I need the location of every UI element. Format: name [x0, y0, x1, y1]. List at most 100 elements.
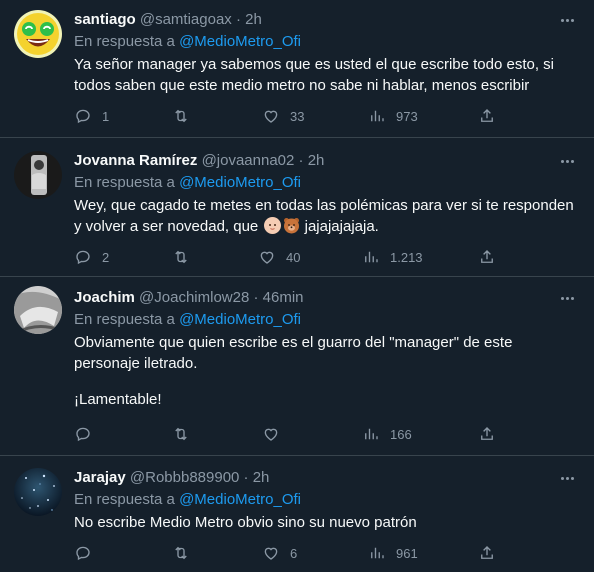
separator-dot: ·	[243, 469, 249, 486]
reply-to-link[interactable]: @MedioMetro_Ofi	[179, 174, 301, 191]
reply-button[interactable]: 1	[74, 106, 109, 126]
reply-icon	[76, 427, 90, 442]
more-options-icon[interactable]	[556, 10, 578, 30]
tweet-text: Wey, que cagado te metes en todas las po…	[74, 195, 574, 237]
display-name[interactable]: Jovanna Ramírez	[74, 152, 197, 169]
views-chart-icon	[371, 110, 384, 122]
views-count: 961	[396, 545, 418, 561]
timestamp[interactable]: 2h	[245, 11, 262, 28]
tweet-actions: 2 40 1.213	[74, 247, 514, 267]
tweet-actions: 6 961	[74, 543, 514, 563]
display-name[interactable]: Jarajay	[74, 469, 126, 486]
reply-context: En respuesta a @MedioMetro_Ofi	[74, 173, 301, 193]
share-icon	[481, 427, 493, 440]
like-button[interactable]	[262, 424, 290, 444]
reply-button[interactable]: 2	[74, 247, 109, 267]
views-button[interactable]: 166	[362, 424, 412, 444]
bear-face-emoji-icon	[283, 217, 300, 234]
share-icon	[481, 546, 493, 559]
user-handle[interactable]: @Robbb889900	[130, 469, 239, 486]
reply-prefix: En respuesta a	[74, 311, 175, 328]
share-button[interactable]	[478, 106, 496, 126]
reply-icon	[76, 546, 90, 561]
profile-photo-avatar-icon[interactable]	[14, 286, 62, 334]
tweet-jovanna[interactable]: Jovanna Ramírez @jovaanna02 · 2h En resp…	[0, 151, 594, 267]
reply-button[interactable]	[74, 424, 102, 444]
heart-icon	[264, 110, 278, 123]
heart-icon	[260, 251, 274, 264]
tweet-text: Obviamente que quien escribe es el guarr…	[74, 332, 574, 410]
views-count: 166	[390, 426, 412, 442]
tweet-text-paragraph: Obviamente que quien escribe es el guarr…	[74, 334, 513, 372]
tweet-joachim[interactable]: Joachim @Joachimlow28 · 46min En respues…	[0, 286, 594, 444]
display-name[interactable]: santiago	[74, 11, 136, 28]
retweet-button[interactable]	[172, 424, 200, 444]
like-count: 6	[290, 545, 298, 561]
views-chart-icon	[365, 251, 378, 263]
retweet-icon	[175, 109, 187, 123]
tweet-header: Joachim @Joachimlow28 · 46min	[74, 288, 304, 308]
like-count: 33	[290, 108, 305, 124]
tweet-text: Ya señor manager ya sabemos que es usted…	[74, 54, 574, 96]
like-count: 40	[286, 249, 301, 265]
divider	[0, 455, 594, 456]
reply-count: 1	[102, 108, 110, 124]
reply-icon	[76, 109, 90, 124]
tweet-text: No escribe Medio Metro obvio sino su nue…	[74, 512, 574, 533]
user-handle[interactable]: @samtiagoax	[140, 11, 232, 28]
display-name[interactable]: Joachim	[74, 289, 135, 306]
tweet-text-paragraph: No escribe Medio Metro obvio sino su nue…	[74, 514, 417, 531]
reply-context: En respuesta a @MedioMetro_Ofi	[74, 32, 301, 52]
laughing-emoji-avatar-icon[interactable]	[14, 10, 62, 58]
night-sky-avatar-icon[interactable]	[14, 468, 62, 516]
like-button[interactable]: 6	[262, 543, 297, 563]
like-button[interactable]: 40	[258, 247, 300, 267]
reply-context: En respuesta a @MedioMetro_Ofi	[74, 490, 301, 510]
share-button[interactable]	[478, 424, 496, 444]
reply-button[interactable]	[74, 543, 102, 563]
views-button[interactable]: 1.213	[362, 247, 423, 267]
baby-face-emoji-icon	[264, 217, 282, 234]
divider	[0, 137, 594, 138]
heart-icon	[264, 428, 278, 441]
more-options-icon[interactable]	[556, 468, 578, 488]
retweet-icon	[175, 546, 187, 560]
retweet-button[interactable]	[172, 543, 200, 563]
reply-to-link[interactable]: @MedioMetro_Ofi	[179, 311, 301, 328]
user-handle[interactable]: @Joachimlow28	[139, 289, 249, 306]
views-count: 973	[396, 108, 418, 124]
more-options-icon[interactable]	[556, 151, 578, 171]
tweet-header: santiago @samtiagoax · 2h	[74, 10, 262, 30]
heart-icon	[264, 547, 278, 560]
user-handle[interactable]: @jovaanna02	[202, 152, 295, 169]
tweet-text-paragraph: Wey, que cagado te metes en todas las po…	[74, 195, 574, 237]
timestamp[interactable]: 2h	[308, 152, 325, 169]
reply-prefix: En respuesta a	[74, 174, 175, 191]
tweet-actions: 1 33 973	[74, 106, 514, 126]
views-button[interactable]: 961	[368, 543, 418, 563]
views-button[interactable]: 973	[368, 106, 418, 126]
more-options-icon[interactable]	[556, 288, 578, 308]
share-button[interactable]	[478, 543, 496, 563]
profile-photo-avatar-icon[interactable]	[14, 151, 62, 199]
separator-dot: ·	[235, 11, 241, 28]
reply-prefix: En respuesta a	[74, 491, 175, 508]
divider	[0, 276, 594, 277]
tweet-text-tail: jajajajajaja.	[304, 218, 379, 235]
reply-to-link[interactable]: @MedioMetro_Ofi	[179, 491, 301, 508]
retweet-button[interactable]	[172, 247, 200, 267]
tweet-jarajay[interactable]: Jarajay @Robbb889900 · 2h En respuesta a…	[0, 468, 594, 568]
reply-to-link[interactable]: @MedioMetro_Ofi	[179, 33, 301, 50]
retweet-button[interactable]	[172, 106, 200, 126]
views-chart-icon	[365, 428, 378, 440]
share-button[interactable]	[478, 247, 496, 267]
timestamp[interactable]: 2h	[253, 469, 270, 486]
views-chart-icon	[371, 547, 384, 559]
tweet-header: Jovanna Ramírez @jovaanna02 · 2h	[74, 151, 324, 171]
tweet-actions: 166	[74, 424, 514, 444]
like-button[interactable]: 33	[262, 106, 304, 126]
tweet-santiago[interactable]: santiago @samtiagoax · 2h En respuesta a…	[0, 10, 594, 128]
separator-dot: ·	[253, 289, 259, 306]
reply-count: 2	[102, 249, 110, 265]
timestamp[interactable]: 46min	[263, 289, 304, 306]
